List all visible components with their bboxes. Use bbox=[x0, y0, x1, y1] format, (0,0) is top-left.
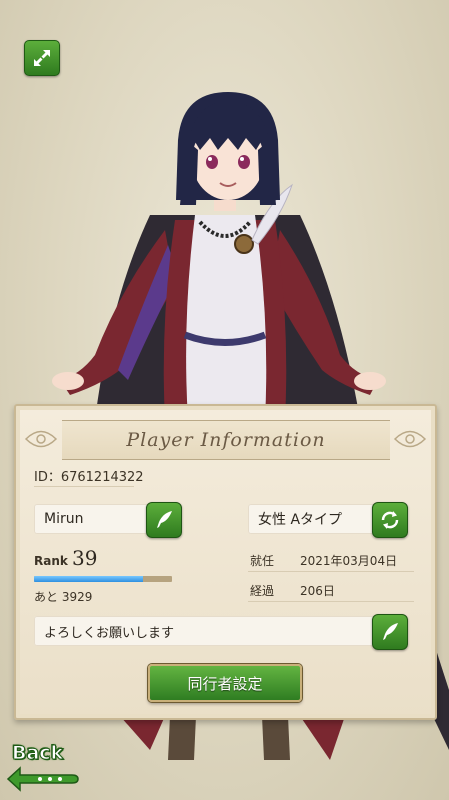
edit-name-button[interactable] bbox=[146, 502, 182, 538]
companion-settings-button[interactable]: 同行者設定 bbox=[148, 664, 302, 702]
player-name-field: Mirun bbox=[34, 504, 152, 534]
player-info-panel: Player Information ID：6761214322 Mirun 女… bbox=[14, 404, 437, 720]
appointed-label: 就任 bbox=[250, 554, 275, 568]
greeting-text: よろしくお願いします bbox=[44, 625, 175, 641]
player-name: Mirun bbox=[44, 511, 84, 527]
gender-type: 女性 Aタイプ bbox=[258, 512, 343, 528]
refresh-icon bbox=[381, 511, 399, 529]
appointed-date: 2021年03月04日 bbox=[300, 554, 398, 568]
panel-header: Player Information bbox=[62, 420, 390, 460]
change-type-button[interactable] bbox=[372, 502, 408, 538]
back-button[interactable]: Back bbox=[6, 742, 86, 794]
player-id: ID：6761214322 bbox=[34, 470, 144, 485]
greeting-field: よろしくお願いします bbox=[34, 616, 384, 646]
stat-divider bbox=[248, 571, 414, 572]
expand-button[interactable] bbox=[24, 40, 60, 76]
xp-progress-bar bbox=[34, 576, 172, 582]
back-label: Back bbox=[11, 742, 64, 765]
ornament-right-icon bbox=[393, 430, 427, 448]
elapsed-label: 経過 bbox=[250, 584, 275, 598]
quill-icon bbox=[383, 623, 398, 640]
rank-label: Rank bbox=[34, 554, 68, 568]
edit-greeting-button[interactable] bbox=[372, 614, 408, 650]
panel-title: Player Information bbox=[126, 429, 326, 451]
ornament-left-icon bbox=[24, 430, 58, 448]
quill-icon bbox=[157, 511, 172, 528]
expand-icon bbox=[34, 50, 50, 66]
id-divider bbox=[34, 486, 134, 487]
stat-divider-2 bbox=[248, 601, 414, 602]
arrow-left-icon bbox=[6, 766, 79, 792]
gender-type-field: 女性 Aタイプ bbox=[248, 504, 382, 534]
rank-value: 39 bbox=[72, 546, 98, 570]
xp-remaining: あと 3929 bbox=[34, 590, 93, 604]
xp-progress-fill bbox=[34, 576, 144, 582]
elapsed-days: 206日 bbox=[300, 584, 335, 598]
